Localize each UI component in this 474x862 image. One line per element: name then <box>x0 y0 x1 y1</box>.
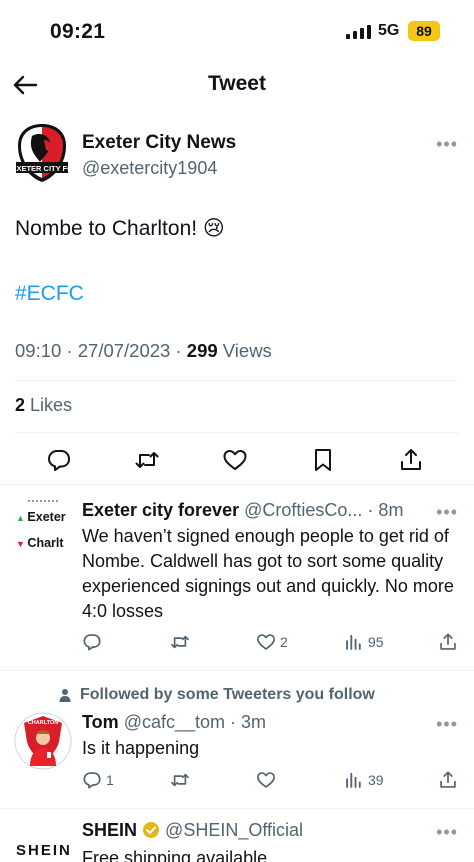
divider <box>0 484 474 485</box>
reply-author-handle[interactable]: @SHEIN_Official <box>165 820 303 840</box>
reply-header: Exeter city forever @CroftiesCo... · 8m <box>82 500 403 521</box>
tweet-timestamp: 09:10 · 27/07/2023 · <box>15 340 187 361</box>
top-nav: Tweet <box>0 60 474 110</box>
share-icon[interactable] <box>438 770 458 790</box>
status-time: 09:21 <box>50 20 106 43</box>
reply-time: · 8m <box>367 500 404 520</box>
reply-author-handle[interactable]: @CroftiesCo... <box>244 500 362 520</box>
reply-actions: 2 95 <box>82 632 460 654</box>
avatar-line: ▲ Exeter <box>16 510 66 524</box>
shein-logo[interactable]: SHEIN <box>16 842 72 859</box>
divider <box>0 670 474 671</box>
like-icon[interactable] <box>222 447 248 473</box>
avatar-text: Charlt <box>27 536 64 550</box>
reply-icon[interactable]: 1 <box>82 770 114 790</box>
tweet-meta: 09:10 · 27/07/2023 · 299 Views <box>15 340 272 362</box>
share-icon[interactable] <box>438 632 458 652</box>
reply-author-handle[interactable]: @cafc__tom <box>124 712 225 732</box>
battery-icon: 89 <box>408 21 440 41</box>
network-label: 5G <box>378 22 400 39</box>
views-count: 299 <box>186 340 218 361</box>
signal-icon <box>346 25 371 39</box>
status-bar: 09:21 5G 89 <box>0 0 474 60</box>
reply-author-name[interactable]: SHEIN <box>82 820 137 840</box>
views-icon[interactable]: 95 <box>344 632 384 652</box>
like-icon[interactable] <box>256 770 280 790</box>
reply-icon[interactable] <box>82 632 106 652</box>
more-icon[interactable]: ••• <box>436 134 458 155</box>
author-name[interactable]: Exeter City News <box>82 132 236 154</box>
likes-label: Likes <box>25 395 73 415</box>
followed-label: Followed by some Tweeters you follow <box>80 686 375 703</box>
reply-actions: 1 39 <box>82 770 460 792</box>
share-icon[interactable] <box>398 447 424 473</box>
reply-header: SHEIN @SHEIN_Official <box>82 820 303 841</box>
reply-text: Free shipping available <box>82 848 268 862</box>
bookmark-icon[interactable] <box>310 447 336 473</box>
down-arrow-icon: ▼ <box>16 539 28 549</box>
reply-header: Tom @cafc__tom · 3m <box>82 712 266 733</box>
like-count: 2 <box>280 634 288 650</box>
exeter-city-logo[interactable]: EXETER CITY FC <box>14 122 70 184</box>
page-title: Tweet <box>208 72 266 95</box>
up-arrow-icon: ▲ <box>16 513 28 523</box>
verified-badge-icon <box>143 822 160 838</box>
reply-text: We haven’t signed enough people to get r… <box>82 526 454 621</box>
retweet-icon[interactable] <box>134 447 160 473</box>
avatar-line: ▼ Charlt <box>16 536 64 550</box>
views-count: 95 <box>368 634 384 650</box>
avatar-text: Exeter <box>27 510 66 524</box>
reply-text: Is it happening <box>82 738 200 758</box>
reply-author-name[interactable]: Tom <box>82 712 119 732</box>
divider <box>15 380 459 381</box>
more-icon[interactable]: ••• <box>436 502 458 523</box>
avatar[interactable]: CHARLTON <box>14 712 72 770</box>
likes-link[interactable]: 2 Likes <box>15 395 72 416</box>
retweet-icon[interactable] <box>170 632 194 652</box>
like-icon[interactable]: 2 <box>256 632 288 652</box>
reply-author-name[interactable]: Exeter city forever <box>82 500 239 520</box>
views-count: 39 <box>368 772 384 788</box>
avatar[interactable]: ▲ Exeter ▼ Charlt <box>14 498 72 554</box>
person-icon <box>59 689 71 702</box>
tweet-actions <box>0 445 474 475</box>
more-icon[interactable]: ••• <box>436 714 458 735</box>
divider <box>28 500 58 502</box>
author-handle[interactable]: @exetercity1904 <box>82 158 217 179</box>
views-label: Views <box>217 340 272 361</box>
views-icon[interactable]: 39 <box>344 770 384 790</box>
reply-time: · 3m <box>230 712 267 732</box>
social-context: Followed by some Tweeters you follow <box>58 686 375 704</box>
svg-text:EXETER CITY FC: EXETER CITY FC <box>14 164 70 173</box>
retweet-icon[interactable] <box>170 770 194 790</box>
reply-icon[interactable] <box>46 447 72 473</box>
likes-count: 2 <box>15 395 26 415</box>
more-icon[interactable]: ••• <box>436 822 458 843</box>
tweet-author: EXETER CITY FC Exeter City News @exeterc… <box>14 122 460 192</box>
promoted-item[interactable]: SHEIN SHEIN @SHEIN_Official ••• Free shi… <box>0 808 474 862</box>
tweet-text: Nombe to Charlton! 😢 <box>15 217 225 240</box>
svg-text:CHARLTON: CHARLTON <box>28 720 58 726</box>
reply-count: 1 <box>106 772 114 788</box>
hashtag-link[interactable]: #ECFC <box>15 282 84 306</box>
divider <box>15 432 459 433</box>
